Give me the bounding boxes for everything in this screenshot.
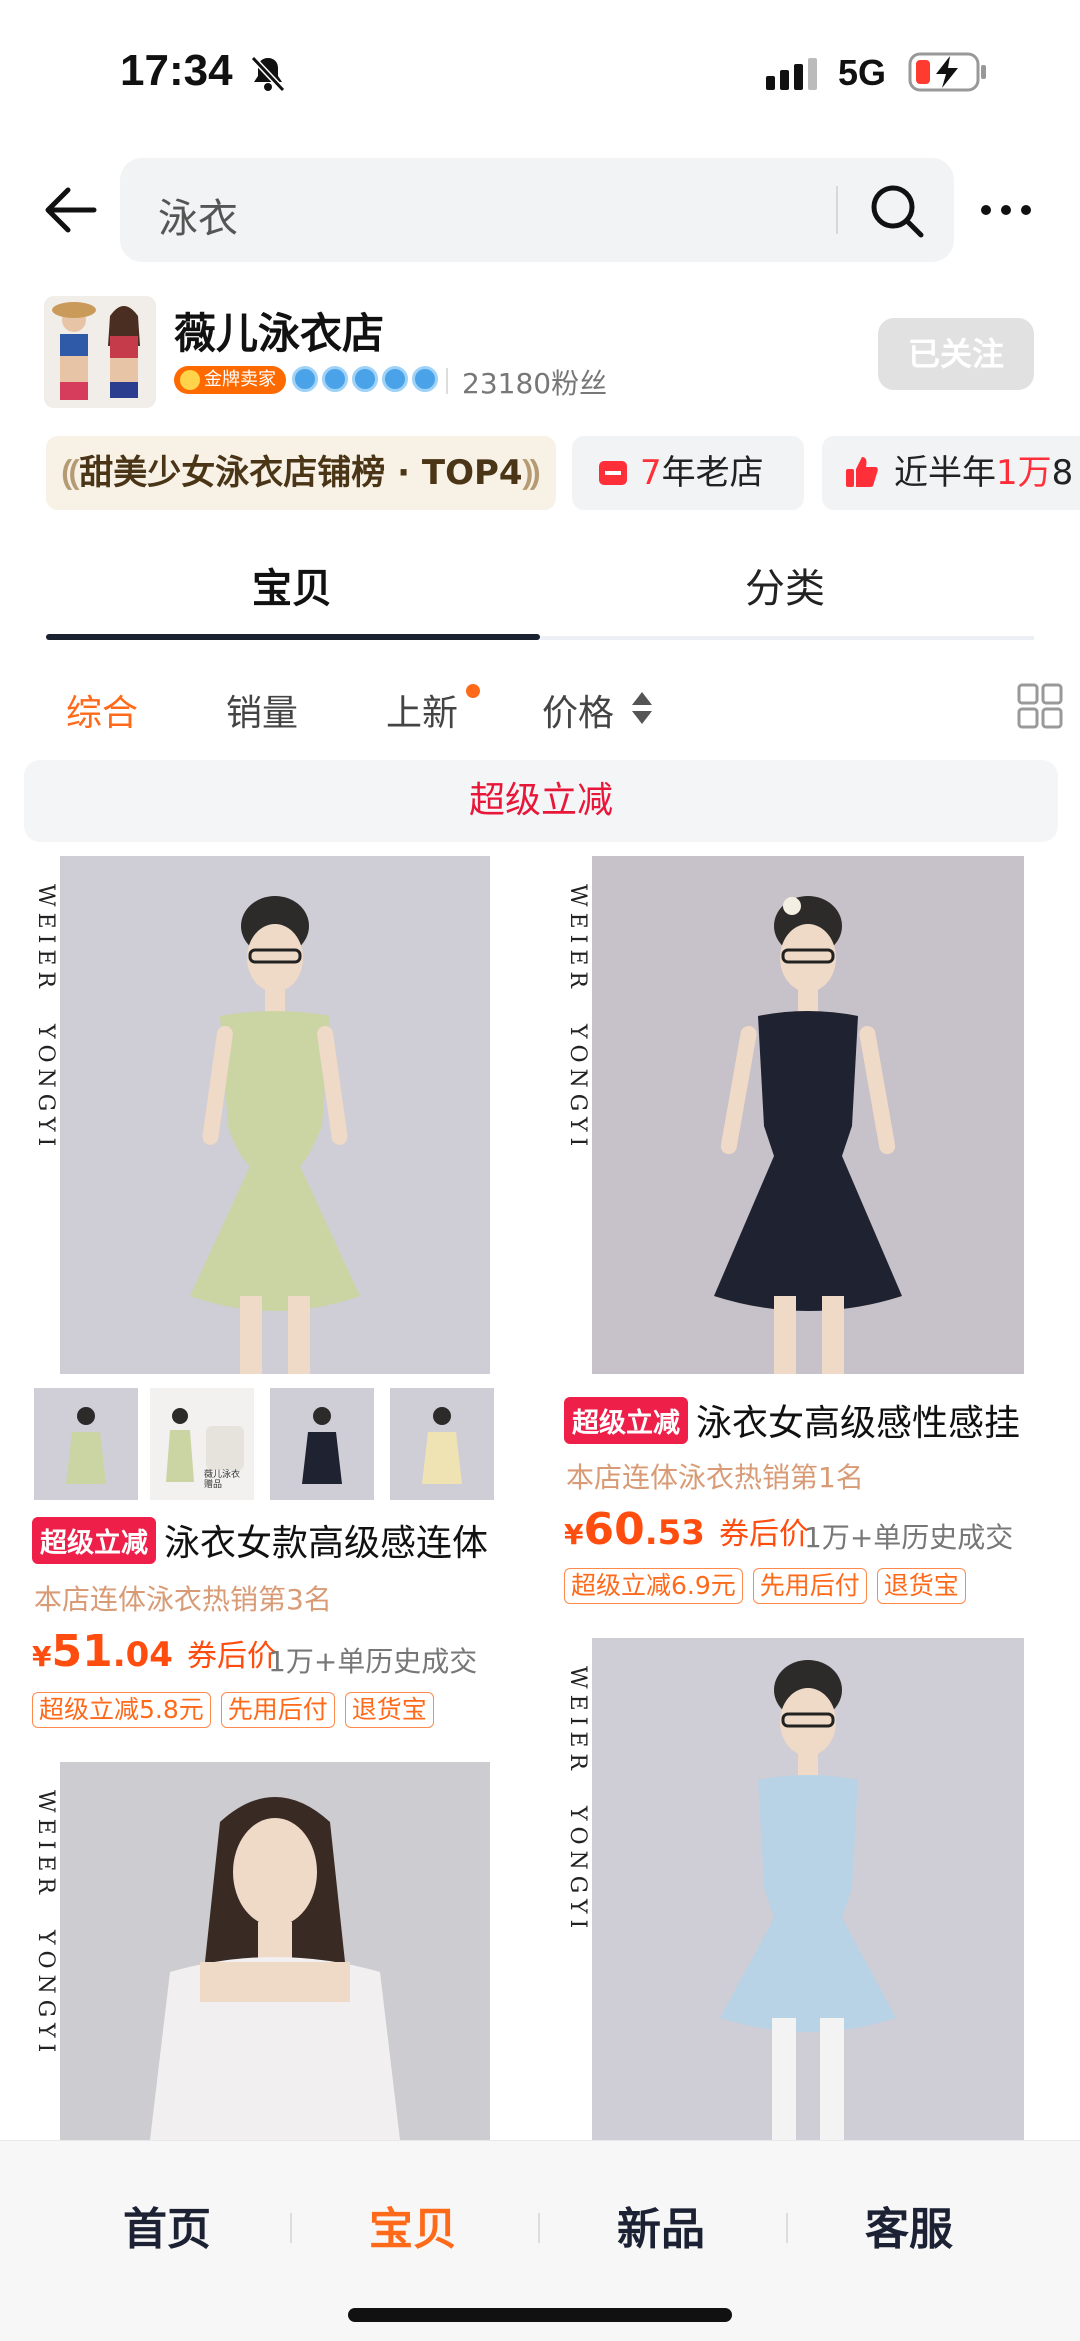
shop-age-tag[interactable]: 7年老店 [572, 436, 804, 510]
search-divider [836, 186, 838, 234]
product-image[interactable] [60, 1762, 490, 2140]
crown-icon [352, 366, 378, 392]
status-time: 17:34 [120, 46, 233, 95]
half-year-suffix: 8 [1051, 453, 1074, 493]
status-bar: 17:34 5G [0, 0, 1080, 140]
brand-vertical-text: YONGYI [565, 1806, 590, 1935]
back-arrow-icon[interactable] [40, 180, 100, 240]
thumbnail-caption: 薇儿泳衣 赠品 [204, 1470, 241, 1490]
fans-divider [446, 368, 448, 394]
price-decimal: .53 [644, 1513, 705, 1553]
price-currency: ¥ [32, 1640, 52, 1673]
price-integer: 60 [583, 1504, 645, 1555]
thumbs-up-icon [846, 457, 878, 487]
shop-name[interactable]: 薇儿泳衣店 [174, 300, 384, 361]
super-discount-banner[interactable]: 超级立减 [24, 760, 1058, 842]
tab-baobei[interactable]: 宝贝 [252, 556, 332, 614]
product-image[interactable] [592, 1638, 1024, 2140]
product-thumbnail[interactable] [34, 1388, 138, 1500]
network-type: 5G [838, 52, 887, 93]
brand-vertical-text: YONGYI [33, 1930, 58, 2059]
new-dot-badge [466, 684, 480, 698]
follow-button[interactable]: 已关注 [878, 318, 1034, 390]
shop-rank-text: 甜美少女泳衣店铺榜 · TOP4 [79, 453, 523, 493]
price-integer: 51 [51, 1626, 113, 1677]
crown-icon [412, 366, 438, 392]
product-rank: 本店连体泳衣热销第3名 [34, 1583, 332, 1616]
product-title[interactable]: 超级立减 泳衣女高级感性感挂 [564, 1394, 1064, 1446]
sort-xiaoliang[interactable]: 销量 [226, 684, 298, 736]
product-thumbnail[interactable] [270, 1388, 374, 1500]
product-chips: 超级立减5.8元 先用后付 退货宝 [32, 1692, 434, 1728]
brand-vertical-text: WEIER [33, 884, 58, 994]
chip-return-insurance: 退货宝 [344, 1692, 434, 1728]
more-icon[interactable] [978, 190, 1034, 230]
nav-home[interactable]: 首页 [32, 2193, 302, 2257]
nav-new[interactable]: 新品 [526, 2193, 796, 2257]
chip-discount: 超级立减5.8元 [32, 1692, 211, 1728]
crown-icon [292, 366, 318, 392]
laurel-left-icon: ⸨ [62, 453, 80, 493]
product-price: ¥51.04 券后价 [32, 1626, 277, 1677]
chip-pay-later: 先用后付 [752, 1568, 867, 1604]
price-decimal: .04 [112, 1635, 173, 1675]
shop-avatar[interactable] [44, 296, 156, 408]
product-thumbnail[interactable]: 薇儿泳衣 赠品 [150, 1388, 254, 1500]
price-after-coupon: 券后价 [718, 1517, 809, 1552]
search-bar[interactable]: 泳衣 [120, 158, 954, 262]
search-icon[interactable] [868, 182, 926, 240]
brand-vertical-text: YONGYI [33, 1024, 58, 1153]
battery-charging-icon [908, 52, 986, 92]
price-currency: ¥ [564, 1518, 584, 1551]
chip-discount: 超级立减6.9元 [564, 1568, 743, 1604]
shop-rank-tag[interactable]: ⸨甜美少女泳衣店铺榜 · TOP4⸩ [46, 436, 556, 510]
brand-vertical-text: WEIER [565, 884, 590, 994]
product-title[interactable]: 超级立减 泳衣女款高级感连体 [32, 1514, 532, 1566]
product-rank: 本店连体泳衣热销第1名 [566, 1461, 864, 1494]
crown-icon [322, 366, 348, 392]
product-chips: 超级立减6.9元 先用后付 退货宝 [564, 1568, 966, 1604]
product-image[interactable] [592, 856, 1024, 1374]
fans-count: 23180粉丝 [462, 367, 608, 400]
brand-vertical-text: WEIER [565, 1666, 590, 1776]
signal-icon [766, 58, 817, 90]
nav-service[interactable]: 客服 [774, 2193, 1044, 2257]
brand-vertical-text: WEIER [33, 1790, 58, 1900]
sort-zonghe[interactable]: 综合 [66, 684, 138, 736]
grid-view-icon[interactable] [1016, 682, 1064, 730]
tab-fenlei[interactable]: 分类 [745, 556, 825, 614]
sort-arrows-icon[interactable] [630, 690, 654, 726]
price-after-coupon: 券后价 [186, 1639, 277, 1674]
chip-pay-later: 先用后付 [220, 1692, 335, 1728]
bell-slash-icon [250, 55, 286, 93]
product-price: ¥60.53 券后价 [564, 1504, 809, 1555]
gold-seller-badge: 金牌卖家 [174, 366, 286, 394]
sold-count: 1万+单历史成交 [268, 1645, 478, 1678]
super-discount-tag: 超级立减 [32, 1517, 156, 1564]
search-query[interactable]: 泳衣 [158, 186, 238, 244]
product-thumbnail[interactable] [390, 1388, 494, 1500]
super-discount-tag: 超级立减 [564, 1397, 688, 1444]
half-year-prefix: 近半年 [894, 453, 996, 493]
sort-shangxin[interactable]: 上新 [386, 684, 458, 736]
sold-count: 1万+单历史成交 [804, 1521, 1014, 1554]
shop-level-icons [292, 366, 438, 396]
half-year-number: 1万 [996, 453, 1052, 493]
half-year-tag[interactable]: 近半年1万8 [822, 436, 1080, 510]
product-title-text: 泳衣女高级感性感挂 [696, 1403, 1021, 1444]
shop-icon [599, 461, 627, 485]
product-image[interactable] [60, 856, 490, 1374]
sort-jiage[interactable]: 价格 [542, 684, 614, 736]
brand-vertical-text: YONGYI [565, 1024, 590, 1153]
home-indicator[interactable] [348, 2308, 732, 2322]
shop-age-text: 年老店 [661, 453, 764, 493]
tab-active-indicator [46, 634, 540, 640]
laurel-right-icon: ⸩ [522, 453, 540, 493]
chip-return-insurance: 退货宝 [876, 1568, 966, 1604]
shop-age-number: 7 [640, 453, 662, 493]
crown-icon [382, 366, 408, 392]
nav-baobei[interactable]: 宝贝 [278, 2193, 548, 2257]
product-title-text: 泳衣女款高级感连体 [164, 1523, 489, 1564]
